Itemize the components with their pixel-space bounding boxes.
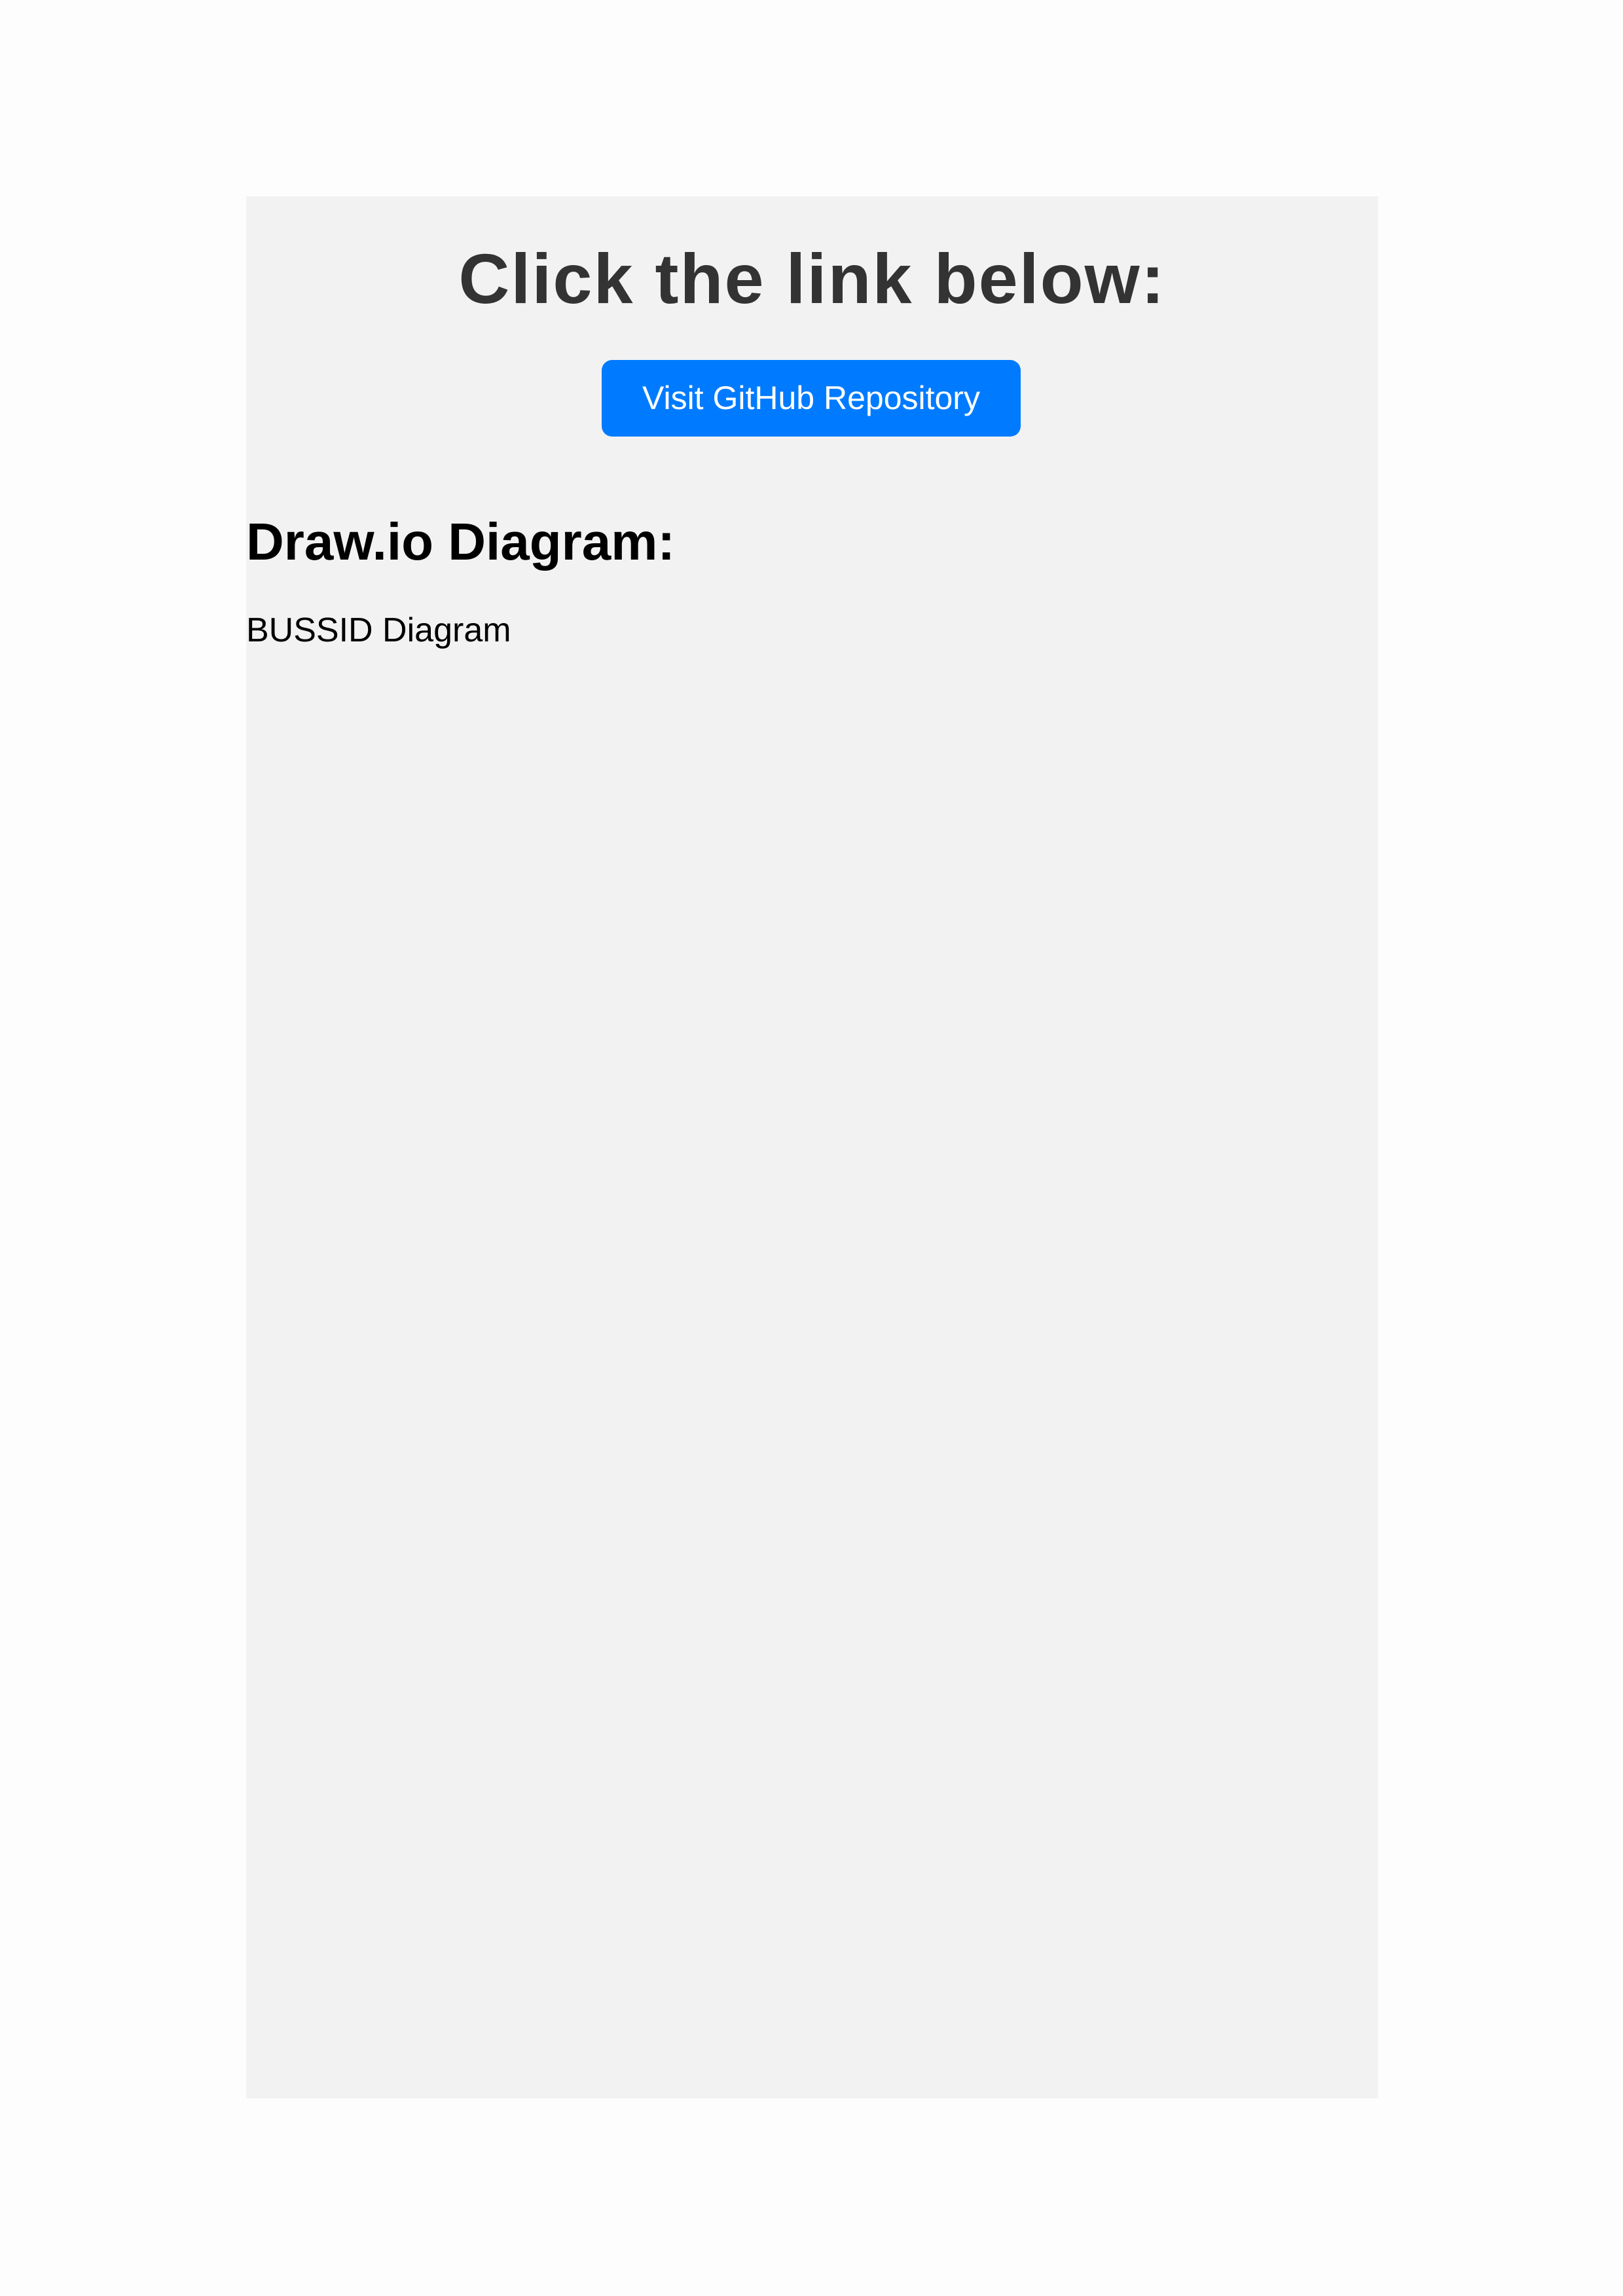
content-container: Click the link below: Visit GitHub Repos… xyxy=(246,196,1378,2098)
diagram-section-title: Draw.io Diagram: xyxy=(246,512,675,571)
page-heading: Click the link below: xyxy=(458,239,1166,318)
visit-github-repository-button[interactable]: Visit GitHub Repository xyxy=(602,360,1021,437)
diagram-image-placeholder: BUSSID Diagram xyxy=(246,611,511,649)
page: Click the link below: Visit GitHub Repos… xyxy=(0,0,1623,2296)
